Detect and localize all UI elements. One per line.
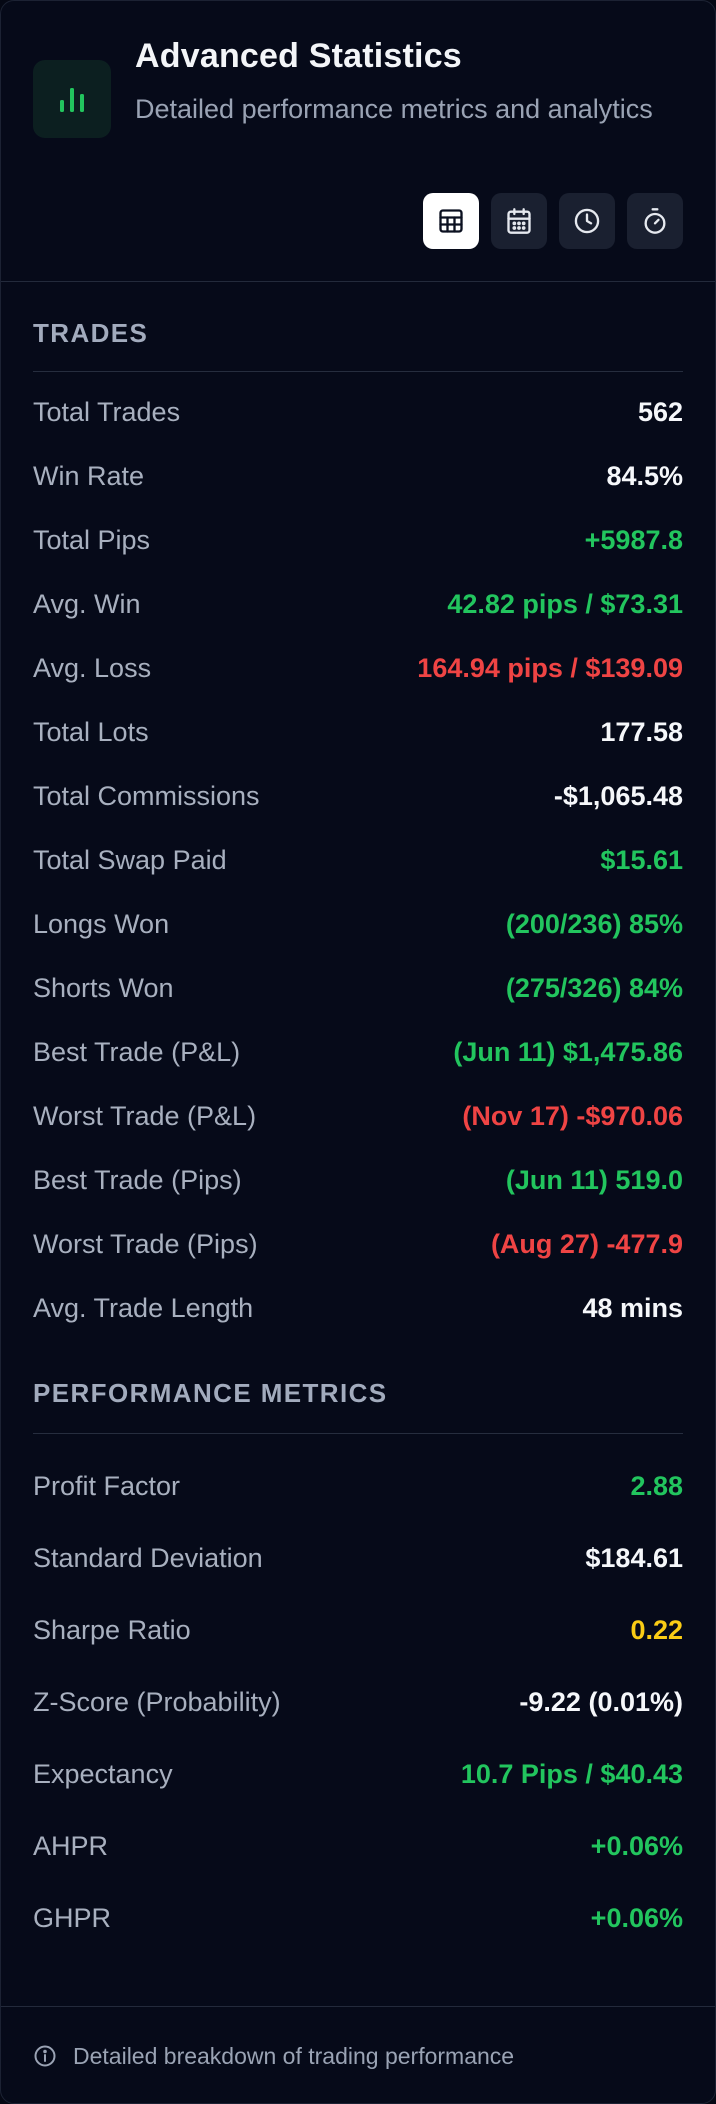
stat-value: (200/236) 85% [505,908,683,939]
advanced-statistics-card: Advanced Statistics Detailed performance… [0,0,716,2104]
stat-row: Standard Deviation $184.61 [33,1522,683,1594]
stat-row: Z-Score (Probability) -9.22 (0.01%) [33,1666,683,1738]
stat-label: Shorts Won [33,972,174,1003]
calendar-icon [507,208,531,234]
card-footer: Detailed breakdown of trading performanc… [1,2006,715,2103]
stat-value: (275/326) 84% [505,972,683,1003]
stat-row: Total Pips +5987.8 [33,508,683,572]
stopwatch-icon [644,208,666,234]
bar-chart-icon [33,60,111,138]
stat-value: (Nov 17) -$970.06 [462,1100,683,1131]
stat-label: AHPR [33,1830,109,1861]
stat-row: Avg. Trade Length 48 mins [33,1276,683,1340]
view-toggle-group [423,193,683,249]
stat-label: Worst Trade (P&L) [33,1100,257,1131]
stat-label: Profit Factor [33,1470,181,1501]
stat-label: Total Lots [33,716,149,747]
stat-value: $184.61 [585,1542,683,1573]
stat-label: Total Swap Paid [33,844,227,875]
stat-value: 84.5% [606,460,683,491]
stat-value: +0.06% [590,1902,683,1933]
stat-label: Best Trade (P&L) [33,1036,241,1067]
stat-label: Z-Score (Probability) [33,1686,281,1717]
stat-label: Sharpe Ratio [33,1614,191,1645]
stat-row: Avg. Win 42.82 pips / $73.31 [33,572,683,636]
stat-row: Best Trade (P&L) (Jun 11) $1,475.86 [33,1020,683,1084]
stat-row: Sharpe Ratio 0.22 [33,1594,683,1666]
stat-label: Total Trades [33,396,181,427]
stat-value: 2.88 [630,1470,683,1501]
stat-row: Expectancy 10.7 Pips / $40.43 [33,1738,683,1810]
clock-icon [574,208,600,234]
stat-value: 42.82 pips / $73.31 [447,588,683,619]
performance-section: PERFORMANCE METRICS Profit Factor 2.88 Sta… [1,1340,715,1954]
page-subtitle: Detailed performance metrics and analyti… [135,94,653,124]
section-title-trades: TRADES [33,282,683,372]
footer-text: Detailed breakdown of trading performanc… [73,2042,515,2069]
info-icon [34,2045,56,2067]
trades-section: TRADES Total Trades 562 Win Rate 84.5% Total… [1,282,715,1340]
stat-value: 164.94 pips / $139.09 [417,652,683,683]
stat-row: Worst Trade (Pips) (Aug 27) -477.9 [33,1212,683,1276]
stat-value: $15.61 [600,844,683,875]
stat-label: Best Trade (Pips) [33,1164,242,1195]
stat-value: (Aug 27) -477.9 [490,1228,683,1259]
stat-value: -$1,065.48 [553,780,683,811]
stat-row: Win Rate 84.5% [33,444,683,508]
stat-value: -9.22 (0.01%) [519,1686,683,1717]
stat-row: Worst Trade (P&L) (Nov 17) -$970.06 [33,1084,683,1148]
stat-row: Avg. Loss 164.94 pips / $139.09 [33,636,683,700]
stat-label: Worst Trade (Pips) [33,1228,258,1259]
stat-label: Avg. Trade Length [33,1292,254,1323]
card-header: Advanced Statistics Detailed performance… [1,1,715,282]
stat-row: Total Lots 177.58 [33,700,683,764]
stat-value: +5987.8 [584,524,683,555]
stat-value: (Jun 11) 519.0 [505,1164,683,1195]
table-view-button[interactable] [423,193,479,249]
stat-label: Avg. Win [33,588,141,619]
stat-row: Longs Won (200/236) 85% [33,892,683,956]
stat-label: Expectancy [33,1758,173,1789]
stat-value: 48 mins [582,1292,683,1323]
stat-label: Total Commissions [33,780,260,811]
stat-value: +0.06% [590,1830,683,1861]
stat-value: 562 [637,396,683,427]
stat-value: (Jun 11) $1,475.86 [453,1036,683,1067]
stat-row: Total Swap Paid $15.61 [33,828,683,892]
stat-label: Total Pips [33,524,151,555]
trades-list: Total Trades 562 Win Rate 84.5% Total Pips +5… [33,372,683,1340]
stat-row: Best Trade (Pips) (Jun 11) 519.0 [33,1148,683,1212]
stat-row: AHPR +0.06% [33,1810,683,1882]
stat-label: Win Rate [33,460,145,491]
stat-value: 10.7 Pips / $40.43 [460,1758,683,1789]
clock-view-button[interactable] [559,193,615,249]
stat-value: 177.58 [600,716,683,747]
stat-row: Profit Factor 2.88 [33,1450,683,1522]
stat-label: Standard Deviation [33,1542,263,1573]
stat-row: GHPR +0.06% [33,1882,683,1954]
stopwatch-view-button[interactable] [627,193,683,249]
stat-value: 0.22 [630,1614,683,1645]
page-title: Advanced Statistics [135,37,462,75]
calendar-view-button[interactable] [491,193,547,249]
stat-label: Avg. Loss [33,652,152,683]
stat-row: Total Trades 562 [33,380,683,444]
performance-list: Profit Factor 2.88 Standard Deviation $184.… [33,1434,683,1954]
stat-label: GHPR [33,1902,112,1933]
section-title-performance: PERFORMANCE METRICS [33,1340,683,1434]
table-icon [439,209,463,233]
stat-row: Total Commissions -$1,065.48 [33,764,683,828]
stat-label: Longs Won [33,908,170,939]
stat-row: Shorts Won (275/326) 84% [33,956,683,1020]
